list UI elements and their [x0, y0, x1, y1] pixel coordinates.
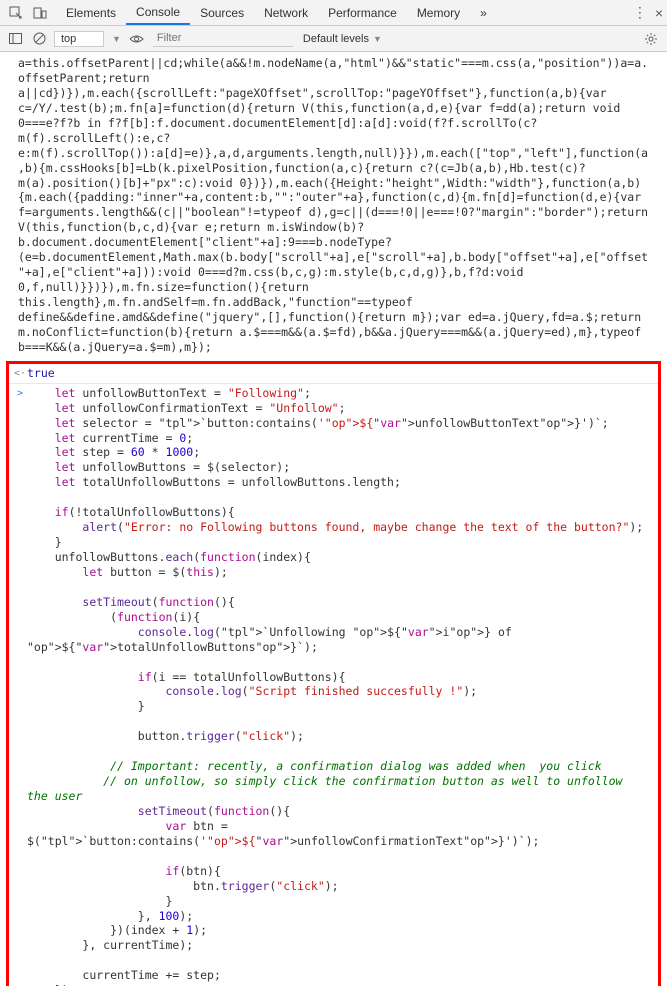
filter-input[interactable]	[153, 30, 293, 47]
tab-memory[interactable]: Memory	[407, 0, 470, 25]
devtools-panel: Elements Console Sources Network Perform…	[0, 0, 667, 986]
tab-bar: Elements Console Sources Network Perform…	[56, 0, 633, 25]
tab-sources[interactable]: Sources	[190, 0, 254, 25]
tab-network[interactable]: Network	[254, 0, 318, 25]
main-toolbar: Elements Console Sources Network Perform…	[0, 0, 667, 26]
console-toolbar: top ▼ Default levels ▼	[0, 26, 667, 52]
console-output[interactable]: a=this.offsetParent||cd;while(a&&!m.node…	[0, 52, 667, 986]
live-expression-icon[interactable]	[127, 29, 147, 49]
highlighted-region: <· true > let unfollowButtonText = "Foll…	[6, 361, 661, 986]
gear-icon[interactable]	[641, 32, 661, 46]
device-toggle-icon[interactable]	[28, 1, 52, 25]
console-input-row[interactable]: > let unfollowButtonText = "Following"; …	[9, 384, 658, 986]
close-icon[interactable]: ×	[655, 5, 663, 21]
tab-performance[interactable]: Performance	[318, 0, 407, 25]
tab-elements[interactable]: Elements	[56, 0, 126, 25]
sidebar-toggle-icon[interactable]	[6, 27, 24, 51]
clear-icon[interactable]	[30, 27, 48, 51]
context-selector[interactable]: top	[54, 31, 104, 47]
console-result-row: <· true	[9, 364, 658, 384]
console-code-input[interactable]: let unfollowButtonText = "Following"; le…	[27, 386, 658, 986]
minified-code-block: a=this.offsetParent||cd;while(a&&!m.node…	[0, 54, 667, 357]
inspect-icon[interactable]	[4, 1, 28, 25]
tab-console[interactable]: Console	[126, 0, 190, 25]
log-levels-selector[interactable]: Default levels ▼	[299, 31, 386, 47]
input-marker-icon: >	[13, 386, 27, 986]
chevron-down-icon: ▼	[112, 34, 121, 44]
kebab-menu-icon[interactable]: ⋮	[633, 4, 647, 21]
result-marker-icon: <·	[13, 366, 27, 381]
tab-more[interactable]: »	[470, 0, 497, 25]
